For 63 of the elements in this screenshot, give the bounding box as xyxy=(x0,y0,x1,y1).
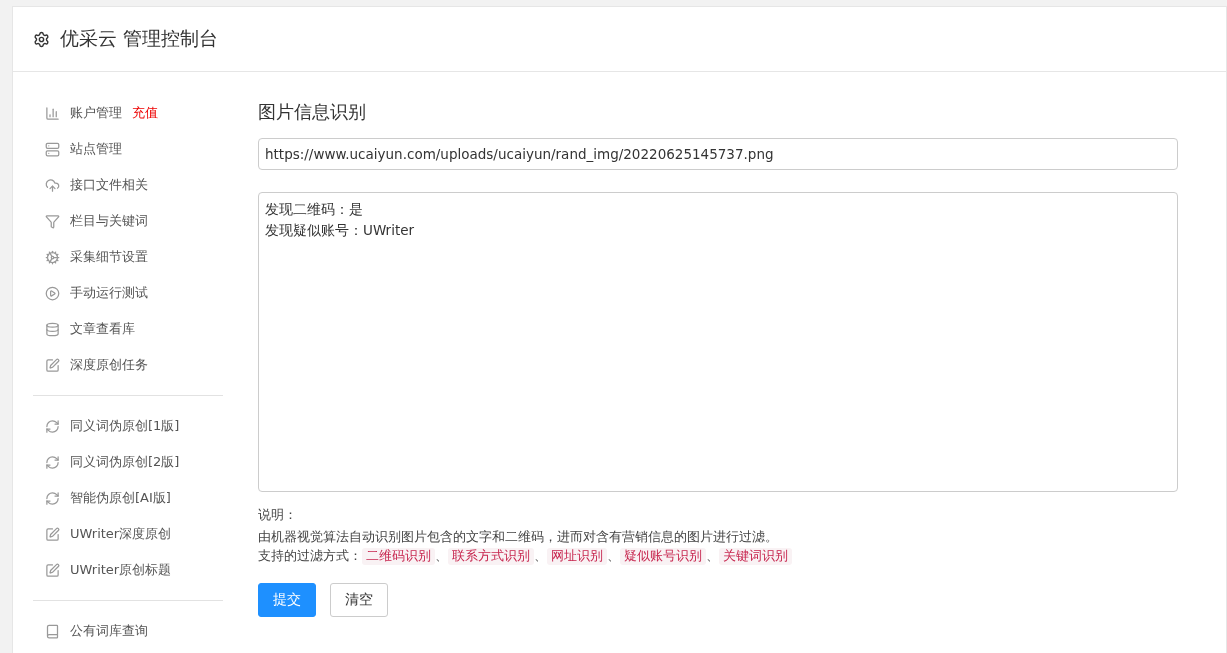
sidebar-item-label: 站点管理 xyxy=(70,140,122,158)
sidebar-item[interactable]: UWriter深度原创 xyxy=(33,516,223,552)
menu-icon xyxy=(45,177,60,193)
result-line: 发现疑似账号：UWriter xyxy=(265,221,416,240)
menu-icon xyxy=(45,623,60,639)
sidebar-item[interactable]: 文章查看库 xyxy=(33,311,223,347)
sidebar-item-label: 同义词伪原创[1版] xyxy=(70,417,180,435)
menu-icon xyxy=(45,105,60,121)
menu-icon xyxy=(45,213,60,229)
settings-icon xyxy=(33,30,50,48)
menu-icon xyxy=(45,141,60,157)
sidebar-item[interactable]: 深度原创任务 xyxy=(33,347,223,383)
notes-description: 由机器视觉算法自动识别图片包含的文字和二维码，进而对含有营销信息的图片进行过滤。 xyxy=(258,528,779,546)
sidebar-item-label: UWriter原创标题 xyxy=(70,561,172,579)
sidebar-item-label: 文章查看库 xyxy=(70,320,135,338)
sidebar-item[interactable]: 站点管理 xyxy=(33,131,223,167)
sidebar-item-label: UWriter深度原创 xyxy=(70,525,172,543)
sidebar-item-label: 智能伪原创[AI版] xyxy=(70,489,171,507)
result-text-area[interactable]: 发现二维码：是 发现疑似账号：UWriter xyxy=(258,192,1178,492)
menu-icon xyxy=(45,418,60,434)
sidebar-item-label: 采集细节设置 xyxy=(70,248,148,266)
menu-icon xyxy=(45,490,60,506)
menu-icon xyxy=(45,526,60,542)
sidebar-item-label: 深度原创任务 xyxy=(70,356,148,374)
sidebar-item[interactable]: 账户管理 充值 xyxy=(33,95,223,131)
clear-button[interactable]: 清空 xyxy=(330,583,388,617)
sidebar-item[interactable]: 手动运行测试 xyxy=(33,275,223,311)
sidebar-item-label: 公有词库查询 xyxy=(70,622,148,640)
menu-icon xyxy=(45,321,60,337)
console-title: 优采云 管理控制台 xyxy=(60,26,219,51)
sidebar-item[interactable]: UWriter原创标题 xyxy=(33,552,223,588)
result-line: 发现二维码：是 xyxy=(265,200,364,219)
sidebar-item-label: 手动运行测试 xyxy=(70,284,148,302)
recharge-link[interactable]: 充值 xyxy=(132,104,158,122)
method-tag: 联系方式识别 xyxy=(448,548,534,565)
sidebar-item-label: 栏目与关键词 xyxy=(70,212,148,230)
sidebar-item[interactable]: 接口文件相关 xyxy=(33,167,223,203)
menu-icon xyxy=(45,454,60,470)
menu-icon xyxy=(45,562,60,578)
sidebar-item[interactable]: 同义词伪原创[1版] xyxy=(33,408,223,444)
method-tag: 关键词识别 xyxy=(719,548,792,565)
methods-label: 支持的过滤方式： xyxy=(258,548,362,565)
separator-mark: 、 xyxy=(706,548,719,565)
sidebar-item-label: 接口文件相关 xyxy=(70,176,148,194)
separator-mark: 、 xyxy=(534,548,547,565)
sidebar-item[interactable]: 同义词伪原创[2版] xyxy=(33,444,223,480)
sidebar-item[interactable]: 智能伪原创[AI版] xyxy=(33,480,223,516)
page-title: 图片信息识别 xyxy=(258,100,367,124)
sidebar-item-label: 同义词伪原创[2版] xyxy=(70,453,180,471)
menu-icon xyxy=(45,357,60,373)
menu-icon xyxy=(45,249,60,265)
sidebar-item[interactable]: 栏目与关键词 xyxy=(33,203,223,239)
sidebar-item[interactable]: 采集细节设置 xyxy=(33,239,223,275)
separator-mark: 、 xyxy=(607,548,620,565)
url-input-field[interactable]: https://www.ucaiyun.com/uploads/ucaiyun/rand_img/20220625145737.png xyxy=(258,138,1178,170)
menu-icon xyxy=(45,285,60,301)
separator-mark: 、 xyxy=(435,548,448,565)
sidebar-item-label: 账户管理 xyxy=(70,104,122,122)
method-tag: 二维码识别 xyxy=(362,548,435,565)
method-tag: 网址识别 xyxy=(547,548,607,565)
sidebar-item[interactable]: 公有词库查询 xyxy=(33,613,223,649)
notes-heading: 说明： xyxy=(258,506,298,524)
method-tag: 疑似账号识别 xyxy=(620,548,706,565)
